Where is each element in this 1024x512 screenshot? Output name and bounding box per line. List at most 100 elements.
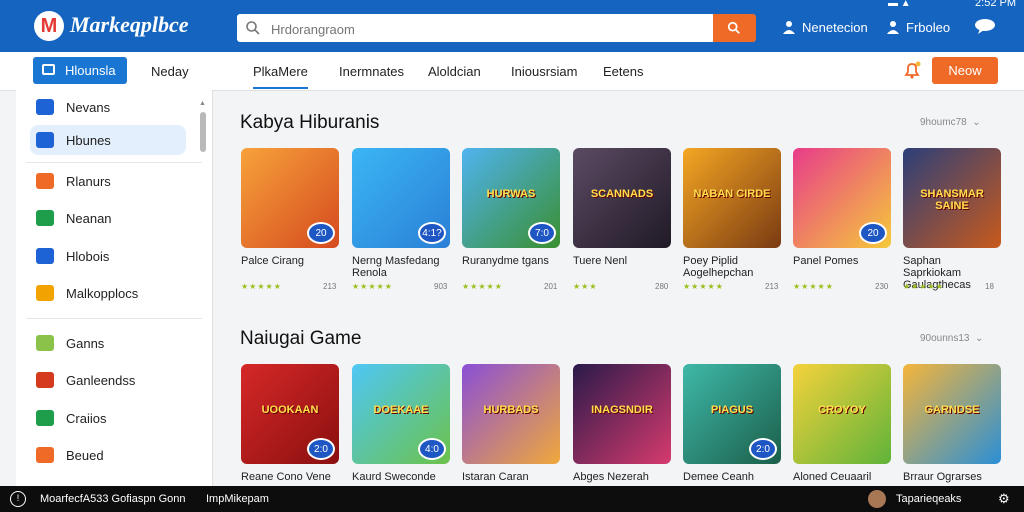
score-badge: 4:1? bbox=[418, 222, 446, 244]
review-count: 18 bbox=[985, 282, 994, 291]
code-icon bbox=[36, 410, 54, 426]
nav-home-button[interactable]: Hlounsla bbox=[33, 57, 127, 84]
review-count: 903 bbox=[434, 282, 448, 291]
sidebar-divider bbox=[26, 318, 202, 319]
game-thumbnail[interactable]: INAGSNDIR bbox=[573, 364, 671, 464]
rating-stars-icon: ★★★ bbox=[573, 282, 598, 291]
user-icon bbox=[887, 21, 899, 34]
info-icon[interactable]: ! bbox=[10, 491, 26, 507]
game-name: Kaurd Sweconde bbox=[352, 471, 436, 483]
flag-icon bbox=[36, 173, 54, 189]
game-name: Nerng Masfedang Renola bbox=[352, 255, 440, 279]
sidebar-item-1[interactable]: Nevans bbox=[30, 92, 186, 122]
score-badge: 2:0 bbox=[307, 438, 335, 460]
thumb-title: INAGSNDIR bbox=[591, 404, 653, 416]
sidebar-item-8[interactable]: Ganleendss bbox=[30, 365, 186, 395]
thumb-title: DOEKAAE bbox=[373, 404, 429, 416]
notification-bell-icon[interactable] bbox=[902, 60, 922, 80]
nav-link-6[interactable]: Eetens bbox=[603, 64, 643, 79]
nav-link-1[interactable]: Neday bbox=[151, 64, 189, 79]
game-controller-icon bbox=[36, 285, 54, 301]
account-link[interactable]: Nenetecion bbox=[782, 20, 868, 35]
game-thumbnail[interactable]: DOEKAAE 4:0 bbox=[352, 364, 450, 464]
sidebar-item-3[interactable]: Rlanurs bbox=[30, 166, 186, 196]
sidebar-scrollbar[interactable]: ▲ bbox=[199, 100, 207, 486]
review-count: 213 bbox=[323, 282, 337, 291]
score-badge: 2:0 bbox=[749, 438, 777, 460]
sidebar-item-label: Hbunes bbox=[66, 133, 111, 148]
brand-logo-icon[interactable]: M bbox=[34, 11, 64, 41]
thumb-title: SCANNADS bbox=[590, 188, 654, 200]
user-icon bbox=[783, 21, 795, 34]
clock-time: 2:52 PM bbox=[975, 0, 1016, 9]
game-thumbnail[interactable]: GARNDSE bbox=[903, 364, 1001, 464]
rating-stars-icon: ★★★★★ bbox=[903, 282, 944, 291]
sidebar-divider bbox=[26, 162, 202, 163]
score-badge: 4:0 bbox=[418, 438, 446, 460]
review-count: 280 bbox=[655, 282, 669, 291]
sidebar-item-10[interactable]: Beued bbox=[30, 440, 186, 470]
game-name: Reane Cono Vene bbox=[241, 471, 331, 483]
game-name: Brraur Ograrses bbox=[903, 471, 982, 483]
sidebar-item-6[interactable]: Malkopplocs bbox=[30, 278, 186, 308]
monitor-icon bbox=[42, 64, 55, 75]
sidebar-item-label: Neanan bbox=[66, 211, 112, 226]
sidebar-item-9[interactable]: Craiios bbox=[30, 403, 186, 433]
game-name: Abges Nezerah bbox=[573, 471, 649, 483]
nav-link-5[interactable]: Iniousrsiam bbox=[511, 64, 577, 79]
search-input[interactable] bbox=[269, 18, 703, 40]
game-thumbnail[interactable]: HURWAS 7:0 bbox=[462, 148, 560, 248]
sidebar-item-4[interactable]: Neanan bbox=[30, 203, 186, 233]
sidebar-item-label: Nevans bbox=[66, 100, 111, 115]
game-thumbnail[interactable]: SCANNADS bbox=[573, 148, 671, 248]
scroll-up-icon[interactable]: ▲ bbox=[199, 100, 206, 107]
game-thumbnail[interactable]: 20 bbox=[793, 148, 891, 248]
rating-stars-icon: ★★★★★ bbox=[352, 282, 393, 291]
game-thumbnail[interactable]: NABAN CIRDE bbox=[683, 148, 781, 248]
mail-icon bbox=[36, 132, 54, 148]
search-button[interactable] bbox=[713, 14, 756, 42]
bottom-status-bar: ! MoarfecfA533 Gofiaspn Gonn ImpMikepam … bbox=[0, 486, 1024, 512]
nav-link-2[interactable]: PlkaMere bbox=[253, 64, 308, 89]
search-box[interactable] bbox=[237, 14, 713, 42]
footer-link[interactable]: ImpMikepam bbox=[206, 493, 269, 505]
sidebar-item-2[interactable]: Hbunes bbox=[30, 125, 186, 155]
section-see-all[interactable]: 90ounns13 ⌄ bbox=[920, 333, 983, 344]
chat-button[interactable] bbox=[974, 18, 996, 37]
nav-cta-button[interactable]: Neow bbox=[932, 57, 998, 84]
square-icon bbox=[36, 372, 54, 388]
sidebar-item-label: Ganleendss bbox=[66, 373, 136, 388]
game-thumbnail[interactable]: UOOKAAN 2:0 bbox=[241, 364, 339, 464]
scroll-thumb[interactable] bbox=[200, 112, 206, 152]
section-meta-label: 9houmc78 bbox=[920, 117, 967, 128]
game-thumbnail[interactable]: HURBADS bbox=[462, 364, 560, 464]
game-name: Istaran Caran bbox=[462, 471, 529, 483]
thumb-title: GARNDSE bbox=[924, 404, 980, 416]
game-thumbnail[interactable]: 4:1? bbox=[352, 148, 450, 248]
sidebar-item-5[interactable]: Hlobois bbox=[30, 241, 186, 271]
score-badge: 20 bbox=[307, 222, 335, 244]
nav-link-3[interactable]: Inermnates bbox=[339, 64, 404, 79]
footer-user[interactable]: Taparieqeaks bbox=[896, 493, 961, 505]
footer-text: MoarfecfA533 Gofiaspn Gonn bbox=[40, 493, 186, 505]
game-thumbnail[interactable]: CROYOY bbox=[793, 364, 891, 464]
section-title: Naiugai Game bbox=[240, 328, 362, 349]
settings-icon[interactable]: ⚙ bbox=[998, 491, 1010, 507]
sidebar-item-label: Craiios bbox=[66, 411, 107, 426]
thumb-title: PIAGUS bbox=[710, 404, 754, 416]
game-thumbnail[interactable]: PIAGUS 2:0 bbox=[683, 364, 781, 464]
brand-name[interactable]: Markeqplbce bbox=[70, 12, 189, 38]
avatar[interactable] bbox=[868, 490, 886, 508]
box-icon bbox=[36, 447, 54, 463]
sidebar-item-label: Ganns bbox=[66, 336, 105, 351]
profile-link[interactable]: Frboleo bbox=[886, 20, 950, 35]
game-thumbnail[interactable]: SHANSMAR SAINE bbox=[903, 148, 1001, 248]
rating-stars-icon: ★★★★★ bbox=[683, 282, 724, 291]
game-thumbnail[interactable]: 20 bbox=[241, 148, 339, 248]
sidebar-item-7[interactable]: Ganns bbox=[30, 328, 186, 358]
section-see-all[interactable]: 9houmc78 ⌄ bbox=[920, 117, 981, 128]
review-count: 201 bbox=[544, 282, 558, 291]
nav-link-4[interactable]: Aloldcian bbox=[428, 64, 481, 79]
sidebar-item-label: Malkopplocs bbox=[66, 286, 139, 301]
message-icon bbox=[36, 210, 54, 226]
